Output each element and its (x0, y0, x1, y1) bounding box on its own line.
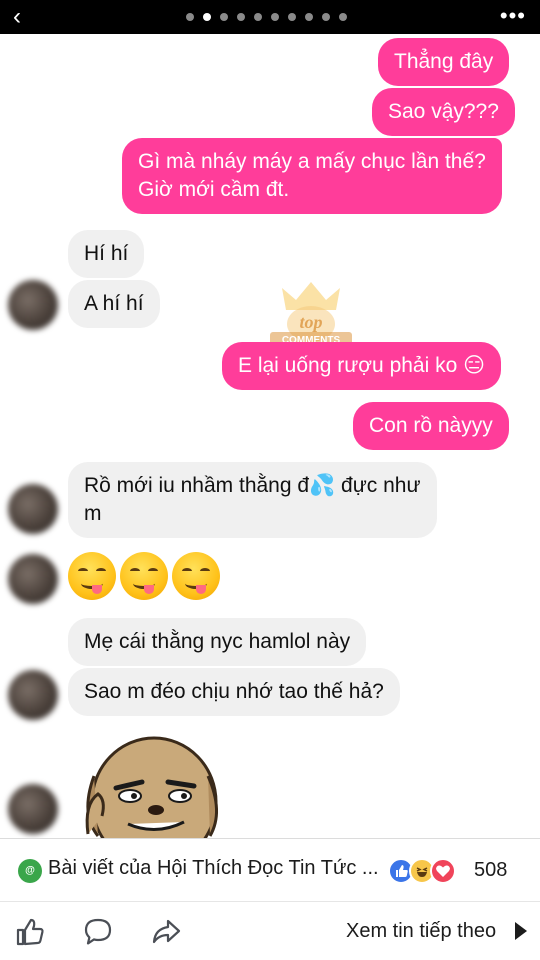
more-options-icon[interactable]: ••• (500, 4, 526, 28)
reaction-count[interactable]: 508 (474, 859, 507, 882)
post-title[interactable]: Bài viết của Hội Thích Đọc Tin Tức ... (48, 857, 379, 880)
page-dot-active[interactable] (203, 13, 211, 21)
avatar (8, 554, 58, 604)
smirking-dog-sticker (85, 736, 219, 838)
watermark-text: top (299, 312, 322, 332)
message-bubble-incoming: Rồ mới iu nhầm thằng đ💦 đực như m (68, 462, 437, 538)
page-dot[interactable] (220, 13, 228, 21)
avatar (8, 784, 58, 834)
page-dot[interactable] (237, 13, 245, 21)
message-line: Rồ mới iu nhầm thằng đ💦 đực như (84, 474, 421, 497)
post-info-row[interactable]: @ Bài viết của Hội Thích Đọc Tin Tức ...… (0, 839, 540, 901)
reaction-icons[interactable] (388, 858, 456, 884)
page-dot[interactable] (288, 13, 296, 21)
message-bubble-incoming: Hí hí (68, 230, 145, 278)
message-bubble-outgoing: E lại uống rượu phải ko 😑 (222, 342, 502, 390)
message-line: Gì mà nháy máy a mấy chục lần thế? (138, 150, 486, 173)
chat-screenshot: Thẳng đây Sao vậy??? Gì mà nháy máy a mấ… (0, 34, 540, 838)
yum-face-emoji (68, 552, 116, 600)
share-button-icon[interactable] (150, 916, 182, 948)
avatar (8, 670, 58, 720)
avatar (8, 280, 58, 330)
message-bubble-outgoing: Sao vậy??? (372, 88, 515, 136)
page-dot[interactable] (322, 13, 330, 21)
top-bar: ‹ ••• (0, 0, 540, 34)
message-bubble-outgoing: Con rồ nàyyy (353, 402, 509, 450)
page-indicator (186, 13, 347, 21)
page-dot[interactable] (186, 13, 194, 21)
message-bubble-incoming: A hí hí (68, 280, 160, 328)
message-bubble-incoming: Mẹ cái thằng nyc hamlol này (68, 618, 367, 666)
page-dot[interactable] (305, 13, 313, 21)
page-dot[interactable] (271, 13, 279, 21)
emoji-message (68, 552, 220, 600)
message-bubble-outgoing: Thẳng đây (378, 38, 510, 86)
next-story-button[interactable]: Xem tin tiếp theo (346, 920, 496, 943)
chevron-left-icon[interactable]: ‹ (6, 2, 28, 32)
action-bar: Xem tin tiếp theo (0, 902, 540, 960)
avatar (8, 484, 58, 534)
page-avatar-icon: @ (18, 859, 42, 883)
yum-face-emoji (120, 552, 168, 600)
yum-face-emoji (172, 552, 220, 600)
page-dot[interactable] (254, 13, 262, 21)
message-line: m (84, 502, 102, 525)
play-arrow-icon[interactable] (515, 922, 527, 940)
comment-button-icon[interactable] (82, 916, 114, 948)
post-footer: @ Bài viết của Hội Thích Đọc Tin Tức ...… (0, 838, 540, 960)
message-bubble-outgoing: Gì mà nháy máy a mấy chục lần thế? Giờ m… (122, 138, 502, 214)
love-reaction-icon (430, 858, 456, 884)
message-bubble-incoming: Sao m đéo chịu nhớ tao thế hả? (68, 668, 400, 716)
message-line: Giờ mới cầm đt. (138, 178, 290, 201)
like-button-icon[interactable] (14, 916, 46, 948)
page-dot[interactable] (339, 13, 347, 21)
